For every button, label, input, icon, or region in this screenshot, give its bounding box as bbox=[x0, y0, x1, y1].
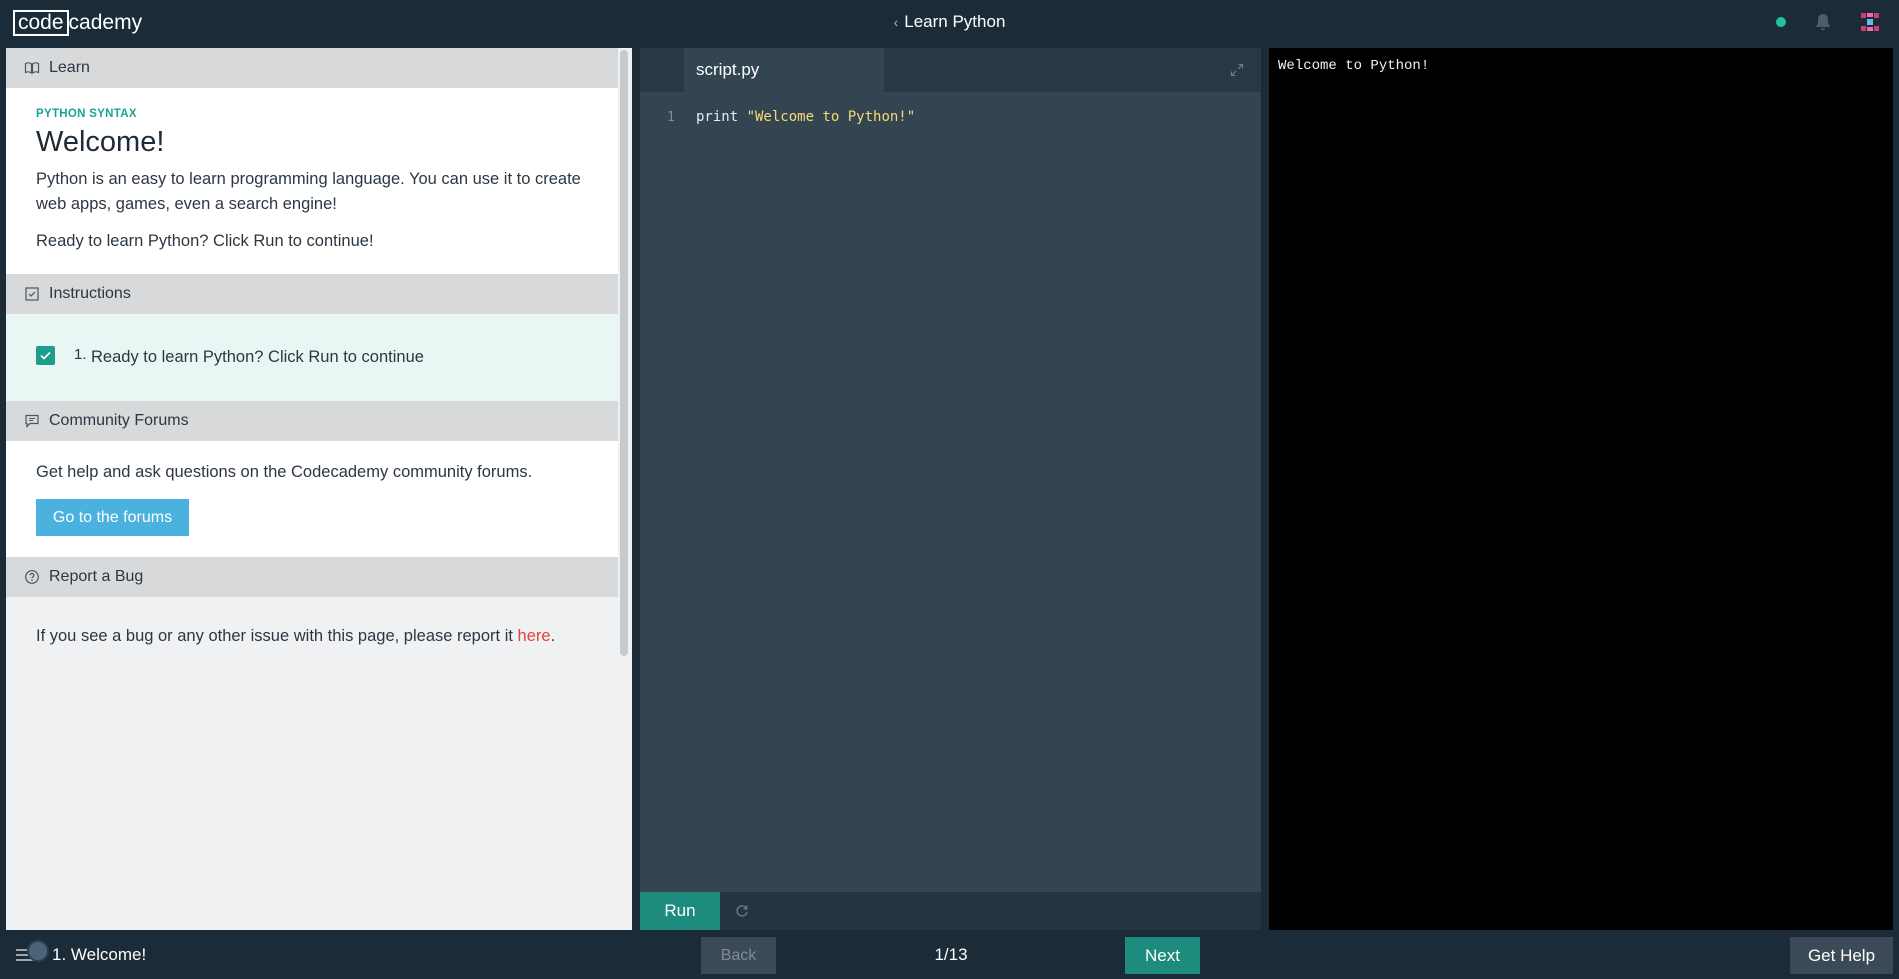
get-help-button[interactable]: Get Help bbox=[1790, 937, 1893, 974]
bug-content: If you see a bug or any other issue with… bbox=[6, 597, 618, 677]
learn-heading: Learn bbox=[49, 59, 90, 76]
check-icon bbox=[40, 351, 51, 360]
user-avatar-icon[interactable] bbox=[1858, 10, 1882, 34]
code-keyword: print bbox=[696, 109, 747, 125]
instructions-section-header: Instructions bbox=[6, 274, 618, 314]
instruction-number: 1. bbox=[74, 346, 87, 363]
lesson-kicker: PYTHON SYNTAX bbox=[36, 108, 137, 120]
bug-text-period: . bbox=[550, 627, 556, 645]
bug-text-body: If you see a bug or any other issue with… bbox=[36, 627, 518, 645]
code-string: "Welcome to Python!" bbox=[746, 109, 916, 125]
book-icon bbox=[24, 62, 40, 75]
top-bar: code cademy ‹ Learn Python bbox=[0, 0, 1899, 46]
forums-section-header: Community Forums bbox=[6, 401, 618, 441]
checkbox-icon bbox=[25, 287, 39, 301]
forums-heading: Community Forums bbox=[49, 412, 189, 429]
report-bug-link[interactable]: here bbox=[518, 627, 551, 645]
tab-script-py[interactable]: script.py bbox=[684, 48, 884, 92]
instructions-content: 1. Ready to learn Python? Click Run to c… bbox=[6, 314, 618, 401]
instruction-checkbox[interactable] bbox=[36, 346, 55, 365]
code-editor[interactable]: script.py 1 print "Welcome to Python!" R… bbox=[640, 48, 1261, 930]
status-dot-icon bbox=[1776, 17, 1786, 27]
instructions-heading: Instructions bbox=[49, 285, 131, 302]
bug-text: If you see a bug or any other issue with… bbox=[36, 627, 555, 646]
instruction-text: Ready to learn Python? Click Run to cont… bbox=[91, 348, 424, 366]
forums-content: Get help and ask questions on the Codeca… bbox=[6, 441, 618, 557]
bell-icon[interactable] bbox=[1813, 12, 1833, 32]
editor-footer: Run bbox=[640, 892, 1261, 930]
line-number: 1 bbox=[667, 110, 675, 125]
forums-text: Get help and ask questions on the Codeca… bbox=[36, 463, 533, 481]
back-chevron-icon: ‹ bbox=[893, 14, 899, 30]
current-lesson-name[interactable]: 1. Welcome! bbox=[52, 945, 146, 965]
lesson-paragraph-1: Python is an easy to learn programming l… bbox=[36, 170, 581, 213]
lesson-panel: Learn PYTHON SYNTAX Welcome! Python is a… bbox=[6, 48, 618, 930]
lesson-title: Welcome! bbox=[36, 126, 165, 158]
chat-icon bbox=[25, 414, 39, 428]
learn-section-header: Learn bbox=[6, 48, 618, 88]
code-line-1[interactable]: print "Welcome to Python!" bbox=[696, 109, 915, 125]
learn-content: PYTHON SYNTAX Welcome! Python is an easy… bbox=[6, 88, 618, 274]
output-text: Welcome to Python! bbox=[1278, 58, 1430, 74]
bottom-bar: 1. Welcome! Back 1/13 Next Get Help bbox=[0, 930, 1899, 979]
output-console: Welcome to Python! bbox=[1269, 48, 1893, 930]
question-circle-icon bbox=[25, 570, 39, 584]
cursor-indicator bbox=[27, 940, 49, 962]
run-button[interactable]: Run bbox=[640, 892, 720, 930]
next-button[interactable]: Next bbox=[1125, 937, 1200, 974]
bug-heading: Report a Bug bbox=[49, 568, 144, 585]
lesson-scrollbar-thumb[interactable] bbox=[620, 50, 628, 656]
refresh-icon[interactable] bbox=[734, 903, 750, 919]
lesson-progress: 1/13 bbox=[934, 945, 968, 964]
go-to-forums-button[interactable]: Go to the forums bbox=[36, 499, 189, 536]
back-button[interactable]: Back bbox=[701, 937, 776, 974]
lesson-paragraph-2: Ready to learn Python? Click Run to cont… bbox=[36, 232, 374, 250]
course-title-text: Learn Python bbox=[904, 12, 1006, 31]
course-title[interactable]: ‹ Learn Python bbox=[0, 12, 1899, 32]
expand-icon[interactable] bbox=[1229, 62, 1245, 78]
editor-tab-bar: script.py bbox=[640, 48, 1261, 92]
bug-section-header: Report a Bug bbox=[6, 557, 618, 597]
